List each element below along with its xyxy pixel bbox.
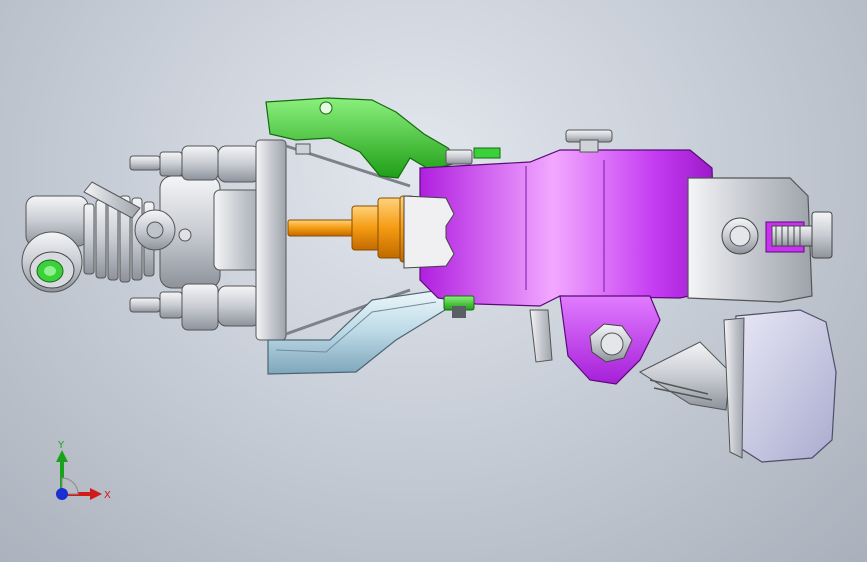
lower-steel-bracket[interactable] (267, 289, 460, 375)
orange-shaft[interactable] (287, 195, 415, 263)
y-axis-label: Y (57, 440, 65, 451)
pipe-cylinder[interactable] (21, 181, 155, 293)
3d-viewport[interactable]: Y X (0, 0, 867, 562)
valve-body[interactable] (129, 145, 267, 331)
right-clamp[interactable] (687, 177, 833, 303)
z-axis (56, 488, 68, 500)
coordinate-triad: Y X (56, 440, 111, 501)
right-grey-block[interactable] (723, 309, 837, 463)
x-axis-label: X (104, 490, 111, 501)
purple-main-housing[interactable] (403, 129, 717, 385)
assembly-model[interactable] (0, 0, 867, 562)
